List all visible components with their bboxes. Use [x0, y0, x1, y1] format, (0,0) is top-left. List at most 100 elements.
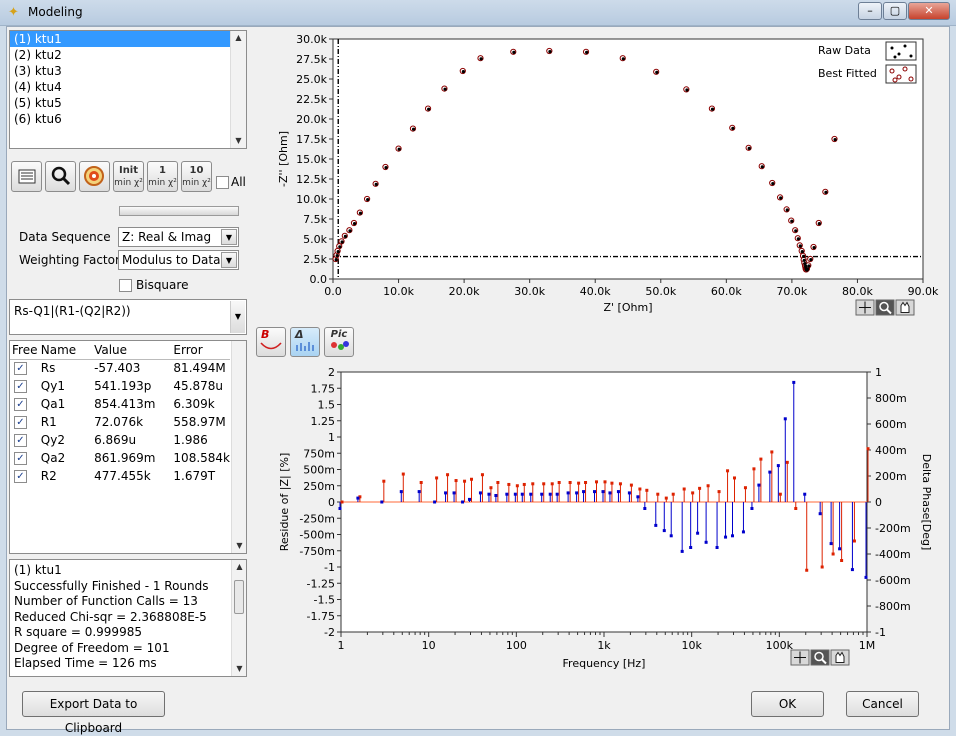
table-row[interactable]: ✓ Qy1 541.193p 45.878u — [10, 377, 230, 395]
dataset-list[interactable]: (1) ktu1 (2) ktu2 (3) ktu3 (4) ktu4 (5) ktu5… — [9, 30, 247, 149]
data-sequence-select[interactable]: Z: Real & Imag ▼ — [118, 227, 239, 247]
raw-point — [585, 50, 589, 54]
log-scrollbar[interactable]: ▲ ▼ — [231, 560, 246, 676]
phase-point — [452, 491, 456, 495]
phase-point — [575, 491, 579, 495]
free-checkbox[interactable]: ✓ — [14, 434, 27, 447]
progress-bar — [119, 206, 239, 216]
log-lines: (1) ktu1 Successfully Finished - 1 Rounds… — [10, 560, 246, 672]
picture-icon — [331, 341, 349, 350]
y-tick-label: 25.0k — [296, 73, 327, 86]
scroll-down-icon[interactable]: ▼ — [231, 134, 246, 148]
residue-point — [852, 539, 856, 543]
y-tick-label: 7.5k — [303, 213, 327, 226]
table-row[interactable]: ✓ Rs -57.403 81.494M — [10, 359, 230, 377]
scroll-down-icon[interactable]: ▼ — [232, 662, 246, 676]
scroll-up-icon[interactable]: ▲ — [232, 560, 246, 574]
phase-point — [818, 512, 822, 516]
ok-button[interactable]: OK — [751, 691, 824, 717]
target-button[interactable] — [79, 161, 110, 192]
title-bar[interactable]: ✦ Modeling – ▢ ✕ — [0, 0, 956, 26]
scroll-up-icon[interactable]: ▲ — [231, 31, 246, 45]
dataset-item[interactable]: (1) ktu1 — [10, 31, 246, 47]
one-min-chi-button[interactable]: 1 min χ² — [147, 161, 178, 192]
free-checkbox[interactable]: ✓ — [14, 452, 27, 465]
export-clipboard-button[interactable]: Export Data to Clipboard — [22, 691, 165, 735]
phase-point — [730, 534, 734, 538]
table-row[interactable]: ✓ R1 72.076k 558.97M — [10, 413, 230, 431]
table-row[interactable]: ✓ Qa1 854.413m 6.309k — [10, 395, 230, 413]
y-tick-label: -250m — [299, 512, 335, 525]
zoom-button[interactable] — [45, 161, 76, 192]
param-name: R1 — [40, 415, 57, 429]
all-checkbox-box[interactable] — [216, 176, 229, 189]
free-checkbox[interactable]: ✓ — [14, 398, 27, 411]
free-checkbox[interactable]: ✓ — [14, 470, 27, 483]
legend-fit-dot — [908, 76, 914, 82]
dataset-item[interactable]: (2) ktu2 — [10, 47, 246, 63]
phase-point — [444, 491, 448, 495]
param-value[interactable]: 72.076k — [84, 413, 155, 431]
free-checkbox[interactable]: ✓ — [14, 380, 27, 393]
weighting-select[interactable]: Modulus to Data ▼ — [118, 250, 239, 270]
param-value[interactable]: -57.403 — [84, 359, 155, 377]
b-mode-button[interactable]: B — [256, 327, 286, 357]
y-tick-label: 15.0k — [296, 153, 327, 166]
table-scrollbar[interactable]: ▼ — [231, 341, 246, 553]
table-row[interactable]: ✓ Qa2 861.969m 108.584k — [10, 449, 230, 467]
table-row[interactable]: ✓ Qy2 6.869u 1.986 — [10, 431, 230, 449]
y2-tick-label: -800m — [875, 600, 911, 613]
residue-point — [785, 460, 789, 464]
chevron-down-icon[interactable]: ▼ — [221, 252, 237, 268]
residue-point — [480, 473, 484, 477]
param-value[interactable]: 6.869u — [84, 431, 155, 449]
picture-button[interactable]: Pic — [324, 327, 354, 357]
dataset-scrollbar[interactable]: ▲ ▼ — [230, 31, 246, 148]
phase-point — [478, 491, 482, 495]
param-value[interactable]: 541.193p — [84, 377, 155, 395]
chevron-down-icon[interactable]: ▼ — [230, 301, 245, 333]
chevron-down-icon[interactable]: ▼ — [221, 229, 237, 245]
free-checkbox[interactable]: ✓ — [14, 416, 27, 429]
free-checkbox[interactable]: ✓ — [14, 362, 27, 376]
dataset-item[interactable]: (6) ktu6 — [10, 111, 246, 127]
param-value[interactable]: 861.969m — [84, 449, 155, 467]
raw-point — [334, 258, 338, 262]
circuit-model-select[interactable]: Rs-Q1|(R1-(Q2|R2)) ▼ — [9, 299, 247, 335]
residue-point — [557, 481, 561, 484]
table-view-button[interactable] — [11, 161, 42, 192]
maximize-button[interactable]: ▢ — [883, 2, 907, 20]
data-sequence-value: Z: Real & Imag — [122, 230, 212, 244]
phase-point — [724, 535, 728, 539]
all-checkbox[interactable]: All — [216, 175, 246, 189]
dataset-item[interactable]: (4) ktu4 — [10, 79, 246, 95]
param-value[interactable]: 854.413m — [84, 395, 155, 413]
log-line: (1) ktu1 — [14, 563, 62, 577]
raw-point — [338, 245, 342, 249]
phase-point — [582, 490, 586, 494]
init-min-chi-button[interactable]: Init min χ² — [113, 161, 144, 192]
bisquare-checkbox[interactable]: Bisquare — [119, 278, 188, 292]
cancel-button[interactable]: Cancel — [846, 691, 919, 717]
residual-plot[interactable]: -2 -1.75 -1.5 -1.25 -1 -750m -500m -250m 0 250m 50… — [251, 360, 943, 678]
y-tick-label: 2.5k — [303, 253, 327, 266]
minimize-button[interactable]: – — [858, 2, 882, 20]
x-tick-label: 20.0k — [449, 285, 480, 298]
ten-min-chi-button[interactable]: 10 min χ² — [181, 161, 212, 192]
dataset-item[interactable]: (5) ktu5 — [10, 95, 246, 111]
close-button[interactable]: ✕ — [908, 2, 950, 20]
delta-mode-button[interactable]: Δ — [290, 327, 320, 357]
target-icon — [84, 166, 104, 186]
param-value[interactable]: 477.455k — [84, 467, 155, 485]
pic-label: Pic — [330, 329, 348, 340]
table-row[interactable]: ✓ R2 477.455k 1.679T — [10, 467, 230, 485]
scroll-down-icon[interactable]: ▼ — [232, 539, 246, 553]
y-axis-label: -Z'' [Ohm] — [277, 131, 290, 187]
bisquare-checkbox-box[interactable] — [119, 279, 132, 292]
residue-point — [645, 488, 649, 492]
raw-point — [731, 126, 735, 130]
nyquist-plot[interactable]: 0.0 2.5k 5.0k 7.5k 10.0k 12.5k 15.0k 17.5k 20.0k… — [251, 29, 943, 341]
scroll-thumb[interactable] — [234, 580, 244, 614]
x-tick-label: 1 — [338, 639, 345, 652]
dataset-item[interactable]: (3) ktu3 — [10, 63, 246, 79]
